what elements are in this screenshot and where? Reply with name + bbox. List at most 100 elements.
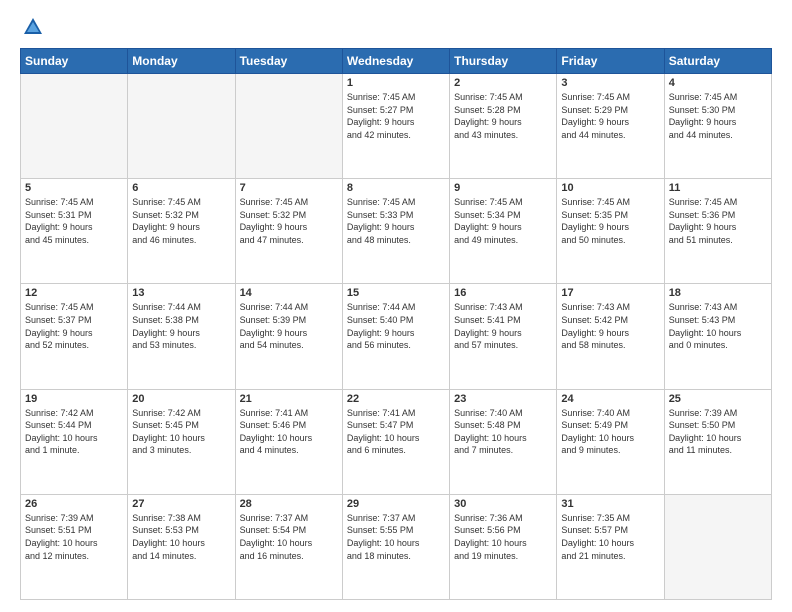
calendar-cell: 18Sunrise: 7:43 AM Sunset: 5:43 PM Dayli… [664,284,771,389]
day-number: 7 [240,182,338,194]
logo-icon [22,16,44,38]
day-info: Sunrise: 7:43 AM Sunset: 5:43 PM Dayligh… [669,301,767,351]
day-info: Sunrise: 7:39 AM Sunset: 5:51 PM Dayligh… [25,512,123,562]
calendar-cell: 26 Sunrise: 7:39 AM Sunset: 5:51 PM Dayli… [21,494,128,599]
day-info: Sunrise: 7:40 AM Sunset: 5:49 PM Dayligh… [561,407,659,457]
day-header-tuesday: Tuesday [235,49,342,74]
day-info: Sunrise: 7:45 AM Sunset: 5:27 PM Dayligh… [347,91,445,141]
day-header-thursday: Thursday [450,49,557,74]
logo [20,16,44,38]
day-info: Sunrise: 7:45 AM Sunset: 5:34 PM Dayligh… [454,196,552,246]
calendar-week-row: 26 Sunrise: 7:39 AM Sunset: 5:51 PM Dayli… [21,494,772,599]
calendar-week-row: 1 Sunrise: 7:45 AM Sunset: 5:27 PM Daylig… [21,74,772,179]
calendar-cell: 30 Sunrise: 7:36 AM Sunset: 5:56 PM Dayli… [450,494,557,599]
day-header-monday: Monday [128,49,235,74]
calendar-cell: 21 Sunrise: 7:41 AM Sunset: 5:46 PM Dayli… [235,389,342,494]
calendar-cell: 10Sunrise: 7:45 AM Sunset: 5:35 PM Dayli… [557,179,664,284]
day-number: 11 [669,182,767,194]
day-header-sunday: Sunday [21,49,128,74]
calendar-cell: 1 Sunrise: 7:45 AM Sunset: 5:27 PM Daylig… [342,74,449,179]
day-info: Sunrise: 7:44 AM Sunset: 5:38 PM Dayligh… [132,301,230,351]
day-info: Sunrise: 7:41 AM Sunset: 5:46 PM Dayligh… [240,407,338,457]
day-info: Sunrise: 7:35 AM Sunset: 5:57 PM Dayligh… [561,512,659,562]
day-info: Sunrise: 7:37 AM Sunset: 5:55 PM Dayligh… [347,512,445,562]
day-info: Sunrise: 7:43 AM Sunset: 5:41 PM Dayligh… [454,301,552,351]
day-info: Sunrise: 7:45 AM Sunset: 5:29 PM Dayligh… [561,91,659,141]
calendar-cell: 13 Sunrise: 7:44 AM Sunset: 5:38 PM Dayli… [128,284,235,389]
day-info: Sunrise: 7:39 AM Sunset: 5:50 PM Dayligh… [669,407,767,457]
calendar-cell: 19 Sunrise: 7:42 AM Sunset: 5:44 PM Dayli… [21,389,128,494]
day-number: 23 [454,393,552,405]
day-number: 30 [454,498,552,510]
calendar-cell: 17Sunrise: 7:43 AM Sunset: 5:42 PM Dayli… [557,284,664,389]
calendar-cell: 29 Sunrise: 7:37 AM Sunset: 5:55 PM Dayli… [342,494,449,599]
day-number: 12 [25,287,123,299]
day-number: 25 [669,393,767,405]
day-number: 28 [240,498,338,510]
calendar-cell: 27Sunrise: 7:38 AM Sunset: 5:53 PM Dayli… [128,494,235,599]
day-info: Sunrise: 7:45 AM Sunset: 5:32 PM Dayligh… [240,196,338,246]
day-number: 26 [25,498,123,510]
day-number: 4 [669,77,767,89]
calendar-cell: 22 Sunrise: 7:41 AM Sunset: 5:47 PM Dayli… [342,389,449,494]
calendar-week-row: 5 Sunrise: 7:45 AM Sunset: 5:31 PM Daylig… [21,179,772,284]
day-number: 22 [347,393,445,405]
day-info: Sunrise: 7:45 AM Sunset: 5:28 PM Dayligh… [454,91,552,141]
day-number: 15 [347,287,445,299]
calendar-cell: 14 Sunrise: 7:44 AM Sunset: 5:39 PM Dayli… [235,284,342,389]
day-number: 20 [132,393,230,405]
calendar-cell: 15 Sunrise: 7:44 AM Sunset: 5:40 PM Dayli… [342,284,449,389]
day-number: 5 [25,182,123,194]
day-info: Sunrise: 7:45 AM Sunset: 5:32 PM Dayligh… [132,196,230,246]
calendar-cell: 2 Sunrise: 7:45 AM Sunset: 5:28 PM Daylig… [450,74,557,179]
day-number: 21 [240,393,338,405]
calendar-week-row: 12 Sunrise: 7:45 AM Sunset: 5:37 PM Dayli… [21,284,772,389]
day-number: 13 [132,287,230,299]
day-number: 1 [347,77,445,89]
header [20,16,772,38]
calendar-cell: 28 Sunrise: 7:37 AM Sunset: 5:54 PM Dayli… [235,494,342,599]
day-number: 29 [347,498,445,510]
day-info: Sunrise: 7:42 AM Sunset: 5:44 PM Dayligh… [25,407,123,457]
calendar-header-row: SundayMondayTuesdayWednesdayThursdayFrid… [21,49,772,74]
calendar-cell [235,74,342,179]
calendar-cell: 4Sunrise: 7:45 AM Sunset: 5:30 PM Daylig… [664,74,771,179]
day-info: Sunrise: 7:45 AM Sunset: 5:31 PM Dayligh… [25,196,123,246]
day-number: 27 [132,498,230,510]
day-number: 16 [454,287,552,299]
calendar-cell: 8 Sunrise: 7:45 AM Sunset: 5:33 PM Daylig… [342,179,449,284]
day-info: Sunrise: 7:42 AM Sunset: 5:45 PM Dayligh… [132,407,230,457]
day-info: Sunrise: 7:37 AM Sunset: 5:54 PM Dayligh… [240,512,338,562]
calendar-cell: 31 Sunrise: 7:35 AM Sunset: 5:57 PM Dayli… [557,494,664,599]
day-info: Sunrise: 7:41 AM Sunset: 5:47 PM Dayligh… [347,407,445,457]
day-info: Sunrise: 7:44 AM Sunset: 5:40 PM Dayligh… [347,301,445,351]
calendar-cell [128,74,235,179]
day-header-wednesday: Wednesday [342,49,449,74]
day-info: Sunrise: 7:36 AM Sunset: 5:56 PM Dayligh… [454,512,552,562]
day-info: Sunrise: 7:44 AM Sunset: 5:39 PM Dayligh… [240,301,338,351]
calendar-cell: 7 Sunrise: 7:45 AM Sunset: 5:32 PM Daylig… [235,179,342,284]
day-number: 3 [561,77,659,89]
day-number: 8 [347,182,445,194]
day-info: Sunrise: 7:45 AM Sunset: 5:33 PM Dayligh… [347,196,445,246]
day-info: Sunrise: 7:45 AM Sunset: 5:37 PM Dayligh… [25,301,123,351]
calendar-cell [664,494,771,599]
day-info: Sunrise: 7:45 AM Sunset: 5:36 PM Dayligh… [669,196,767,246]
day-number: 19 [25,393,123,405]
page: SundayMondayTuesdayWednesdayThursdayFrid… [0,0,792,612]
calendar-cell: 24Sunrise: 7:40 AM Sunset: 5:49 PM Dayli… [557,389,664,494]
day-number: 6 [132,182,230,194]
calendar-week-row: 19 Sunrise: 7:42 AM Sunset: 5:44 PM Dayli… [21,389,772,494]
calendar-table: SundayMondayTuesdayWednesdayThursdayFrid… [20,48,772,600]
day-number: 2 [454,77,552,89]
calendar-cell: 11 Sunrise: 7:45 AM Sunset: 5:36 PM Dayli… [664,179,771,284]
calendar-cell [21,74,128,179]
day-info: Sunrise: 7:43 AM Sunset: 5:42 PM Dayligh… [561,301,659,351]
calendar-cell: 3 Sunrise: 7:45 AM Sunset: 5:29 PM Daylig… [557,74,664,179]
calendar-cell: 23 Sunrise: 7:40 AM Sunset: 5:48 PM Dayli… [450,389,557,494]
day-number: 14 [240,287,338,299]
day-number: 9 [454,182,552,194]
day-number: 31 [561,498,659,510]
calendar-cell: 25 Sunrise: 7:39 AM Sunset: 5:50 PM Dayli… [664,389,771,494]
day-info: Sunrise: 7:40 AM Sunset: 5:48 PM Dayligh… [454,407,552,457]
